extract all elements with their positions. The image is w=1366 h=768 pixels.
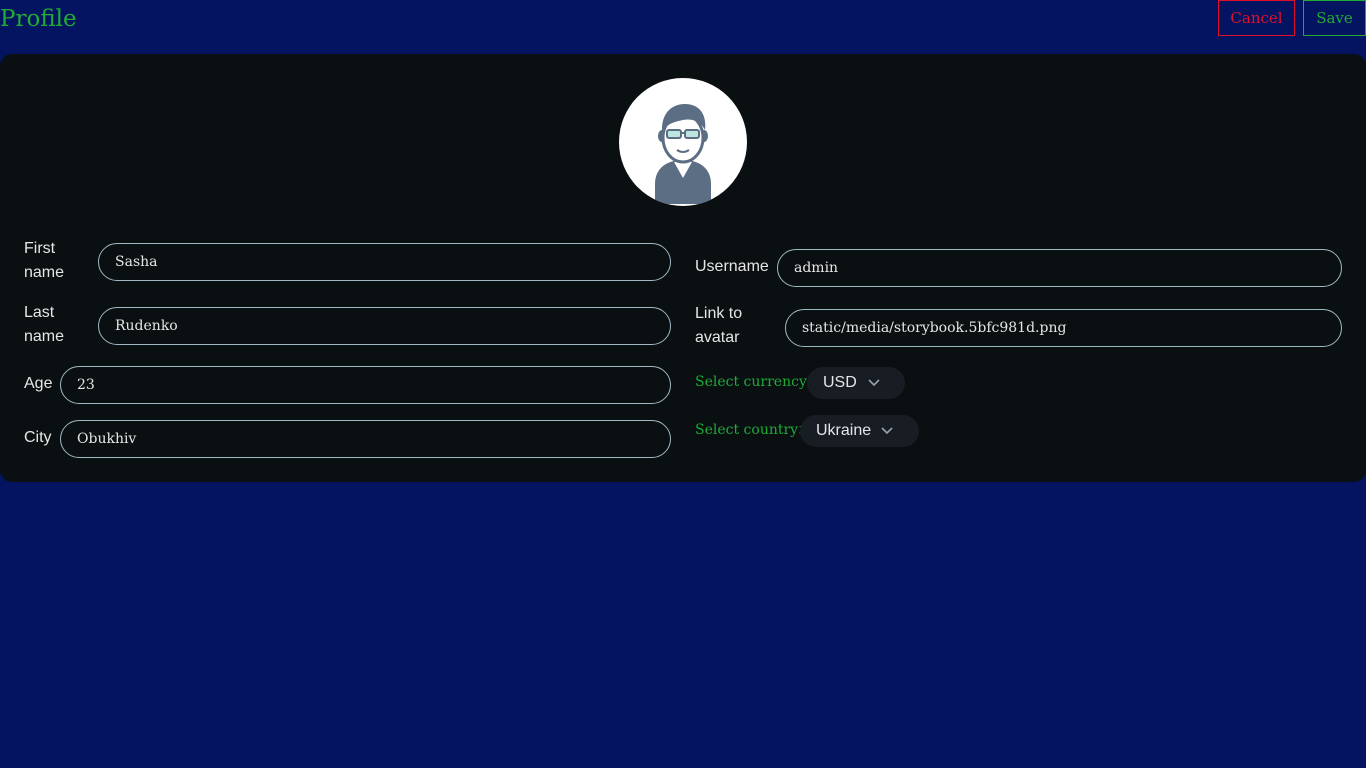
page-header: Profile Cancel Save [0, 0, 1366, 40]
avatar-link-label: Link to avatar [695, 305, 743, 346]
chevron-down-icon [868, 379, 880, 387]
avatar [619, 78, 747, 206]
country-label: Select country> [695, 422, 810, 438]
first-name-field[interactable] [98, 243, 671, 281]
city-field[interactable] [60, 420, 671, 458]
profile-card: First name Last name Age City Username L… [0, 54, 1366, 482]
page-title: Profile [0, 6, 77, 32]
age-label: Age [24, 375, 53, 392]
avatar-link-field[interactable] [785, 309, 1342, 347]
country-selected-value: Ukraine [816, 422, 872, 439]
username-label: Username [695, 258, 769, 275]
cancel-button[interactable]: Cancel [1218, 0, 1295, 36]
username-field[interactable] [777, 249, 1342, 287]
currency-select[interactable]: USD [807, 367, 905, 399]
last-name-label: Last name [24, 304, 65, 345]
city-label: City [24, 429, 52, 446]
last-name-field[interactable] [98, 307, 671, 345]
first-name-label: First name [24, 240, 65, 281]
age-field[interactable] [60, 366, 671, 404]
save-button[interactable]: Save [1303, 0, 1366, 36]
currency-label: Select currency> [695, 374, 819, 390]
country-select[interactable]: Ukraine [800, 415, 919, 447]
chevron-down-icon [881, 427, 893, 435]
currency-selected-value: USD [823, 374, 857, 391]
user-avatar-icon [655, 104, 711, 204]
